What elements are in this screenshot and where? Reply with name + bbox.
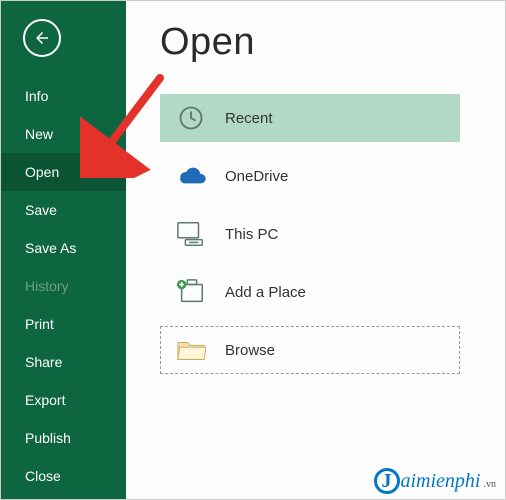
sidebar-item-info[interactable]: Info (1, 77, 126, 115)
monitor-icon (175, 218, 207, 250)
cloud-icon (175, 160, 207, 192)
sidebar-item-export[interactable]: Export (1, 381, 126, 419)
page-title: Open (160, 21, 487, 64)
sidebar-item-open[interactable]: Open (1, 153, 126, 191)
folder-icon (175, 334, 207, 366)
sidebar-menu: Info New Open Save Save As History Print… (1, 77, 126, 495)
main-panel: Open Recent OneDrive (126, 1, 505, 499)
sidebar-item-save[interactable]: Save (1, 191, 126, 229)
back-button[interactable] (23, 19, 61, 57)
sidebar-item-new[interactable]: New (1, 115, 126, 153)
add-place-icon (175, 276, 207, 308)
option-label: This PC (225, 226, 278, 243)
clock-icon (175, 102, 207, 134)
option-label: OneDrive (225, 168, 288, 185)
backstage-view: Info New Open Save Save As History Print… (0, 0, 506, 500)
sidebar-item-publish[interactable]: Publish (1, 419, 126, 457)
option-this-pc[interactable]: This PC (160, 210, 460, 258)
sidebar-item-share[interactable]: Share (1, 343, 126, 381)
open-options: Recent OneDrive This P (160, 94, 460, 374)
option-add-place[interactable]: Add a Place (160, 268, 460, 316)
option-label: Recent (225, 110, 273, 127)
sidebar-item-save-as[interactable]: Save As (1, 229, 126, 267)
option-label: Browse (225, 342, 275, 359)
arrow-left-icon (33, 29, 51, 47)
option-onedrive[interactable]: OneDrive (160, 152, 460, 200)
file-sidebar: Info New Open Save Save As History Print… (1, 1, 126, 499)
option-label: Add a Place (225, 284, 306, 301)
sidebar-item-print[interactable]: Print (1, 305, 126, 343)
sidebar-item-close[interactable]: Close (1, 457, 126, 495)
sidebar-item-history: History (1, 267, 126, 305)
option-browse[interactable]: Browse (160, 326, 460, 374)
option-recent[interactable]: Recent (160, 94, 460, 142)
